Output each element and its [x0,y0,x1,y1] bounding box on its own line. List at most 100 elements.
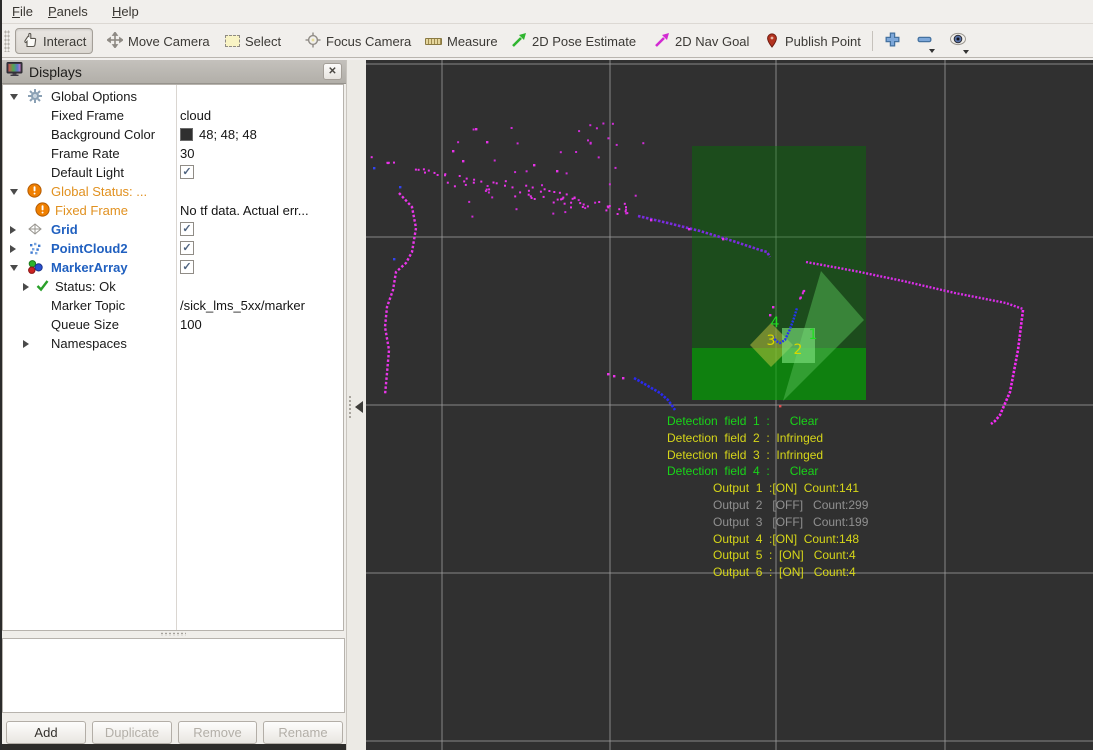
publish-point-tool-button[interactable]: Publish Point [758,28,867,54]
overlay-line-output-6: Output 6 : [ON] Count:4 [713,565,856,579]
scan-dot [452,150,455,153]
tree-value-fixed-frame-status[interactable]: No tf data. Actual err... [180,202,309,219]
marker-field-label: 1 [809,327,818,343]
chevron-right-icon[interactable] [10,245,16,253]
chevron-right-icon[interactable] [23,283,29,291]
move-camera-tool-button[interactable]: Move Camera [101,28,216,54]
noise-band-dot [488,188,491,191]
tree-value-marker-topic[interactable]: /sick_lms_5xx/marker [180,297,305,314]
remove-display-button[interactable]: Remove [178,721,257,744]
displays-panel-header[interactable]: Displays ✕ [0,60,348,84]
eye-icon [948,31,969,54]
noise-band-dot [563,202,566,205]
noise-halo-dot [615,143,618,146]
interact-tool-button[interactable]: Interact [15,28,94,54]
scan-right-vert [990,309,1025,426]
tree-row-marker-topic[interactable]: Marker Topic/sick_lms_5xx/marker [3,296,343,315]
noise-band-dot [453,185,456,188]
tree-row-frame-rate[interactable]: Frame Rate 30 [3,144,343,163]
rename-display-button[interactable]: Rename [263,721,343,744]
tree-row-namespaces[interactable]: Namespaces [3,334,343,353]
tree-label-frame-rate: Frame Rate [51,146,120,161]
warn-icon [35,202,51,218]
chevron-right-icon[interactable] [10,226,16,234]
tree-row-queue-size[interactable]: Queue Size 100 [3,315,343,334]
noise-halo-dot [516,142,519,145]
tree-label-queue-size: Queue Size [51,317,119,332]
hand-icon [22,32,38,51]
chevron-down-icon[interactable] [10,94,18,100]
visibility-button[interactable] [945,28,971,54]
scan-dot [475,128,478,131]
menu-file[interactable]: File [8,2,37,22]
tree-row-global-options[interactable]: Global Options [3,87,343,106]
dock-splitter[interactable] [346,60,366,750]
noise-band-dot [565,193,568,196]
render-view[interactable]: 4 3 21 Detection field 1 : Clear Detection … [366,60,1093,750]
left-lead-dot [393,161,395,164]
marker-trail-dot [799,296,802,299]
markers-icon [27,259,43,275]
noise-halo-dot [486,185,489,187]
chevron-down-icon[interactable] [10,265,18,271]
noise-halo-dot [471,215,474,218]
noise-halo-dot [484,190,487,192]
pose-estimate-tool-button[interactable]: 2D Pose Estimate [505,28,642,54]
noise-band-dot [525,184,528,187]
chevron-right-icon[interactable] [23,340,29,348]
tree-value-frame-rate[interactable]: 30 [180,145,194,162]
color-swatch[interactable] [180,128,193,141]
tree-value-queue-size[interactable]: 100 [180,316,202,333]
noise-band-dot [560,198,563,201]
noise-halo-dot [564,211,567,214]
displays-tree[interactable]: Global Options Fixed Frame cloud Background… [2,84,344,631]
checkbox-default-light[interactable]: ✓ [180,165,194,179]
nav-goal-tool-button[interactable]: 2D Nav Goal [648,28,755,54]
zoom-in-button[interactable] [880,28,905,54]
focus-camera-label: Focus Camera [326,33,412,49]
checkbox-grid[interactable]: ✓ [180,222,194,236]
noise-halo-dot [625,208,627,211]
tree-row-fixed-frame[interactable]: Fixed Frame cloud [3,106,343,125]
tree-row-fixed-frame-status[interactable]: Fixed Frame No tf data. Actual err... [3,201,343,220]
tree-row-markerarray[interactable]: MarkerArray ✓ [3,258,343,277]
scan-dot [373,167,376,170]
chevron-down-icon[interactable] [10,189,18,195]
tree-row-global-status[interactable]: Global Status: ... [3,182,343,201]
checkbox-markerarray[interactable]: ✓ [180,260,194,274]
panel-close-button[interactable]: ✕ [323,63,342,80]
pose-estimate-label: 2D Pose Estimate [532,33,637,49]
tree-value-background-color[interactable]: 48; 48; 48 [199,126,257,143]
cloud-icon [27,240,43,256]
menu-help[interactable]: Help [108,2,143,22]
measure-label: Measure [447,33,498,49]
collapse-left-arrow-icon[interactable] [355,401,363,413]
noise-band-dot [571,197,574,200]
noise-band-dot [511,186,514,189]
focus-camera-tool-button[interactable]: Focus Camera [299,28,417,54]
tree-value-fixed-frame[interactable]: cloud [180,107,211,124]
tree-row-default-light[interactable]: Default Light ✓ [3,163,343,182]
measure-tool-button[interactable]: Measure [419,28,504,54]
empty-list-box[interactable] [2,638,345,713]
select-tool-button[interactable]: Select [219,28,287,54]
noise-halo-dot [587,139,589,142]
noise-halo-dot [625,212,628,215]
tree-row-pointcloud2[interactable]: PointCloud2 ✓ [3,239,343,258]
add-display-button[interactable]: Add [6,721,86,744]
toolbar-drag-handle[interactable] [4,30,10,52]
tree-row-background-color[interactable]: Background Color 48; 48; 48 [3,125,343,144]
zoom-out-button[interactable] [912,28,937,54]
noise-band-dot [552,201,555,204]
noise-halo-dot [607,137,610,140]
horizontal-splitter-handle[interactable] [160,632,186,636]
tree-label-global-options: Global Options [51,89,137,104]
tree-row-grid[interactable]: Grid ✓ [3,220,343,239]
tree-label-fixed-frame-status: Fixed Frame [55,203,128,218]
menu-panels[interactable]: Panels [44,2,92,22]
checkbox-pointcloud2[interactable]: ✓ [180,241,194,255]
noise-band-dot [458,175,461,177]
dropdown-arrow-icon [963,49,969,54]
tree-row-status-ok[interactable]: Status: Ok [3,277,343,296]
duplicate-display-button[interactable]: Duplicate [92,721,172,744]
